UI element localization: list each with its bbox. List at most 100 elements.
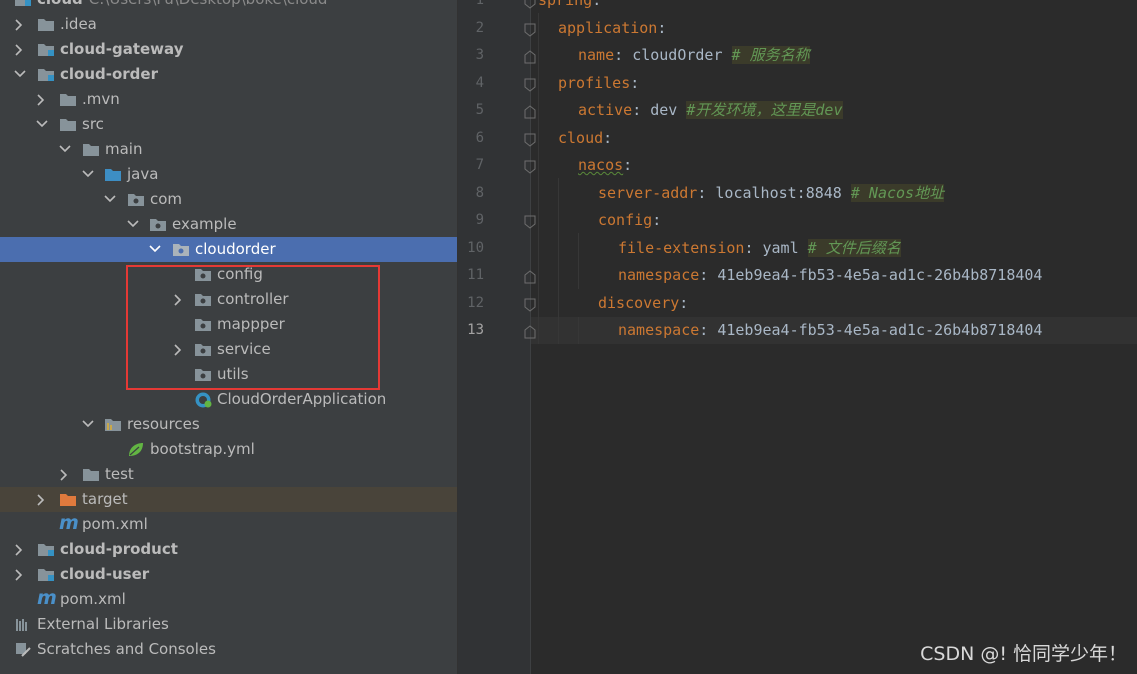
tree-item-service[interactable]: service — [0, 337, 457, 362]
tree-item-root-pom-xml[interactable]: m pom.xml — [0, 587, 457, 612]
tree-item-cloud-gateway[interactable]: cloud-gateway — [0, 37, 457, 62]
tree-item-label: Scratches and Consoles — [37, 640, 216, 658]
tree-item-idea[interactable]: .idea — [0, 12, 457, 37]
project-tree-panel[interactable]: cloudC:\Users\Fu\Desktop\boke\cloud .ide… — [0, 0, 457, 674]
tree-item-label: main — [105, 140, 143, 158]
tree-item-scratches-and-consoles[interactable]: Scratches and Consoles — [0, 637, 457, 662]
module-folder-icon — [14, 0, 32, 8]
line-number: 3 — [475, 47, 484, 63]
code-editor[interactable]: 1 2 3 4 5 6 7 8 9 10 11 12 13 spring: ap… — [458, 0, 1137, 674]
line-number: 1 — [475, 0, 484, 8]
chevron-down-icon[interactable] — [127, 212, 139, 237]
tree-item-label: com — [150, 190, 183, 208]
code-line-5[interactable]: active: dev #开发环境，这里是dev — [578, 97, 843, 124]
tree-item-mvn[interactable]: .mvn — [0, 87, 457, 112]
chevron-right-icon[interactable] — [59, 462, 71, 487]
fold-marker-icon[interactable] — [524, 214, 536, 229]
code-line-10[interactable]: file-extension: yaml # 文件后缀名 — [618, 235, 901, 262]
chevron-right-icon[interactable] — [14, 37, 26, 62]
package-icon — [194, 266, 212, 283]
spring-boot-class-icon — [194, 391, 212, 408]
package-icon — [172, 241, 190, 258]
tree-item-main[interactable]: main — [0, 137, 457, 162]
chevron-right-icon[interactable] — [36, 87, 48, 112]
tree-item-java[interactable]: java — [0, 162, 457, 187]
chevron-down-icon[interactable] — [104, 187, 116, 212]
tree-item-controller[interactable]: controller — [0, 287, 457, 312]
chevron-right-icon[interactable] — [36, 487, 48, 512]
fold-marker-icon[interactable] — [524, 0, 536, 9]
code-line-9[interactable]: config: — [598, 207, 661, 234]
tree-item-com[interactable]: com — [0, 187, 457, 212]
chevron-right-icon[interactable] — [173, 287, 185, 312]
tree-item-cloudorderapplication[interactable]: CloudOrderApplication — [0, 387, 457, 412]
tree-item-test[interactable]: test — [0, 462, 457, 487]
code-line-12[interactable]: discovery: — [598, 290, 688, 317]
chevron-down-icon[interactable] — [36, 112, 48, 137]
chevron-right-icon[interactable] — [14, 537, 26, 562]
excluded-folder-icon — [59, 491, 77, 508]
code-line-3[interactable]: name: cloudOrder # 服务名称 — [578, 42, 810, 69]
chevron-down-icon[interactable] — [14, 62, 26, 87]
folder-icon — [82, 466, 100, 483]
tree-item-cloud-root[interactable]: cloudC:\Users\Fu\Desktop\boke\cloud — [0, 0, 457, 12]
chevron-down-icon[interactable] — [59, 137, 71, 162]
tree-item-resources[interactable]: resources — [0, 412, 457, 437]
fold-end-icon[interactable] — [524, 49, 536, 64]
fold-end-icon[interactable] — [524, 324, 536, 339]
chevron-right-icon[interactable] — [173, 337, 185, 362]
chevron-down-icon[interactable] — [82, 412, 94, 437]
code-line-4[interactable]: profiles: — [558, 70, 639, 97]
code-line-2[interactable]: application: — [558, 15, 666, 42]
source-folder-icon — [104, 166, 122, 183]
code-line-6[interactable]: cloud: — [558, 125, 612, 152]
tree-item-cloud-product[interactable]: cloud-product — [0, 537, 457, 562]
fold-marker-icon[interactable] — [524, 22, 536, 37]
scratches-icon — [14, 641, 32, 658]
tree-item-cloudorder[interactable]: cloudorder — [0, 237, 457, 262]
tree-item-cloud-user[interactable]: cloud-user — [0, 562, 457, 587]
line-number: 12 — [467, 295, 484, 311]
package-icon — [194, 366, 212, 383]
fold-end-icon[interactable] — [524, 104, 536, 119]
tree-item-mappper[interactable]: mappper — [0, 312, 457, 337]
chevron-right-icon[interactable] — [14, 12, 26, 37]
package-icon — [194, 291, 212, 308]
code-line-13[interactable]: namespace: 41eb9ea4-fb53-4e5a-ad1c-26b4b… — [618, 317, 1042, 344]
fold-marker-icon[interactable] — [524, 159, 536, 174]
tree-item-bootstrap-yml[interactable]: bootstrap.yml — [0, 437, 457, 462]
tree-item-label: cloudorder — [195, 240, 276, 258]
chevron-right-icon[interactable] — [14, 562, 26, 587]
maven-icon: m — [59, 512, 79, 534]
folder-icon — [59, 116, 77, 133]
tree-item-cloud-order[interactable]: cloud-order — [0, 62, 457, 87]
tree-item-pom-xml[interactable]: m pom.xml — [0, 512, 457, 537]
tree-item-label: cloud-gateway — [60, 40, 184, 58]
line-number: 10 — [467, 240, 484, 256]
code-line-8[interactable]: server-addr: localhost:8848 # Nacos地址 — [598, 180, 945, 207]
fold-marker-icon[interactable] — [524, 297, 536, 312]
code-line-7[interactable]: nacos: — [578, 152, 632, 179]
fold-end-icon[interactable] — [524, 269, 536, 284]
line-number: 11 — [467, 267, 484, 283]
tree-item-label: test — [105, 465, 134, 483]
tree-item-example[interactable]: example — [0, 212, 457, 237]
fold-marker-icon[interactable] — [524, 132, 536, 147]
tree-item-utils[interactable]: utils — [0, 362, 457, 387]
tree-item-config[interactable]: config — [0, 262, 457, 287]
tree-item-target[interactable]: target — [0, 487, 457, 512]
tree-item-label: service — [217, 340, 271, 358]
tree-item-label: example — [172, 215, 237, 233]
folder-icon — [82, 141, 100, 158]
indent-guide — [538, 13, 539, 344]
tree-item-src[interactable]: src — [0, 112, 457, 137]
code-line-1[interactable]: spring: — [538, 0, 601, 14]
fold-marker-icon[interactable] — [524, 77, 536, 92]
tree-item-label: pom.xml — [60, 590, 126, 608]
line-number: 13 — [467, 322, 484, 338]
code-line-11[interactable]: namespace: 41eb9ea4-fb53-4e5a-ad1c-26b4b… — [618, 262, 1042, 289]
chevron-down-icon[interactable] — [149, 237, 161, 262]
chevron-down-icon[interactable] — [82, 162, 94, 187]
tree-item-label: cloud-product — [60, 540, 178, 558]
tree-item-external-libraries[interactable]: External Libraries — [0, 612, 457, 637]
